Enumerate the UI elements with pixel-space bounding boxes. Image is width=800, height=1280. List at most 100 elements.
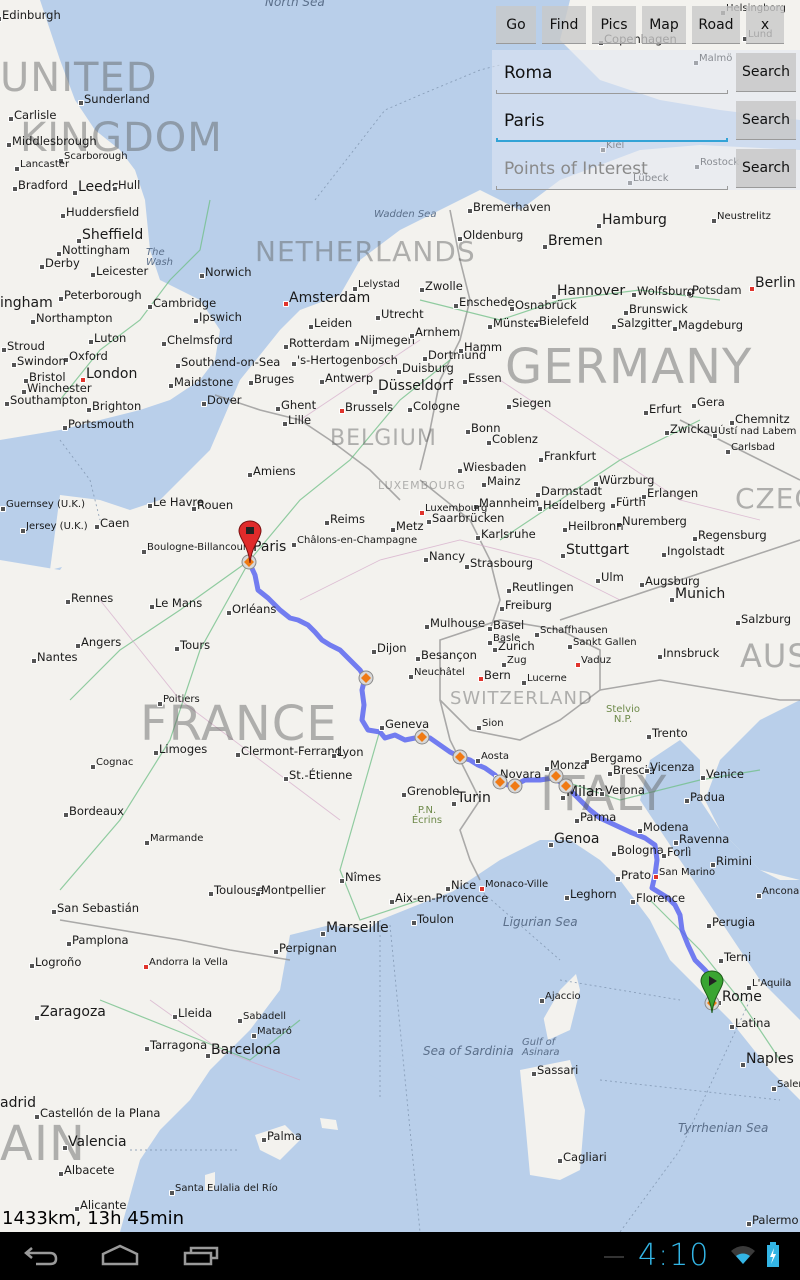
pics-button[interactable]: Pics [592,6,636,44]
poi-search-button[interactable]: Search [736,149,796,188]
city-label: Bremerhaven [473,200,551,214]
city-dot [749,286,755,292]
city-label: Bielefeld [539,314,590,328]
city-dot [653,874,659,880]
city-label: Saarbrücken [432,511,505,525]
city-dot [700,775,706,781]
waypoint-marker-icon[interactable] [507,778,523,794]
city-label: Luxembourg [425,503,488,514]
city-label: Rotterdam [289,336,350,350]
city-dot [639,582,645,588]
origin-field[interactable] [496,56,728,94]
city-dot [771,1086,777,1092]
waypoint-marker-icon[interactable] [414,729,430,745]
city-dot [465,429,471,435]
city-label: Boulogne-Billancourt [147,542,251,553]
go-button[interactable]: Go [496,6,536,44]
origin-search-button[interactable]: Search [736,53,796,92]
toolbar: Go Find Pics Map Road x [496,6,784,44]
city-dot [12,186,18,192]
city-label: Sunderland [84,92,150,106]
start-pin-icon[interactable] [238,520,262,564]
city-label: Essen [468,371,502,385]
city-label: Chemnitz [735,412,790,426]
city-label: Prato [621,868,652,882]
destination-pin-icon[interactable] [700,970,724,1014]
city-label: Salzburg [741,612,791,626]
city-dot [401,792,407,798]
city-dot [506,404,512,410]
city-dot [58,296,64,302]
waypoint-marker-icon[interactable] [358,670,374,686]
city-dot [501,662,507,668]
city-label: Turin [457,790,491,806]
park-label: Stelvio N.P. [605,704,640,725]
destination-input[interactable] [496,104,728,138]
city-label: Salerno [777,1079,800,1090]
city-dot [487,640,493,646]
city-dot [34,1114,40,1120]
city-dot [486,440,492,446]
destination-field[interactable] [496,104,728,142]
city-dot [740,1062,746,1068]
city-label: Stuttgart [566,542,629,558]
city-dot [476,725,482,731]
city-dot [672,326,678,332]
city-dot [407,407,413,413]
city-dot [499,606,505,612]
city-dot [631,292,637,298]
city-dot [596,223,602,229]
city-label: Montpellier [261,883,326,897]
city-label: Bremen [548,233,603,249]
waypoint-marker-icon[interactable] [452,749,468,765]
road-button[interactable]: Road [692,6,740,44]
city-label: Magdeburg [678,318,744,332]
city-label: Le Mans [155,596,203,610]
recent-apps-icon[interactable] [182,1242,220,1270]
city-label: Ajaccio [545,991,581,1002]
city-dot [542,244,548,250]
city-dot [149,604,155,610]
waypoint-marker-icon[interactable] [492,774,508,790]
city-dot [94,524,100,530]
poi-underline [496,186,728,190]
city-label: Neustrelitz [717,211,771,222]
poi-input[interactable] [496,152,728,186]
city-label: Nuremberg [622,514,687,528]
city-dot [729,1024,735,1030]
city-dot [564,895,570,901]
city-dot [175,363,181,369]
waypoint-marker-icon[interactable] [558,778,574,794]
poi-field[interactable] [496,152,728,190]
city-dot [593,481,599,487]
city-dot [646,734,652,740]
city-label: Frankfurt [544,449,597,463]
city-dot [339,878,345,884]
city-label: Amsterdam [289,290,371,306]
city-dot [261,1137,267,1143]
city-label: Ingolstadt [667,544,725,558]
city-label: Orléans [232,602,277,616]
city-label: Berlin [755,275,796,291]
close-button[interactable]: x [746,6,784,44]
sea-label: Sea of Sardinia [423,1044,514,1058]
home-icon[interactable] [100,1242,140,1270]
destination-search-button[interactable]: Search [736,101,796,140]
city-dot [320,931,326,937]
city-label: Leicester [96,264,149,278]
city-label: Lucerne [527,673,567,684]
origin-input[interactable] [496,56,728,90]
find-button[interactable]: Find [542,6,586,44]
city-dot [575,662,581,668]
city-dot [11,362,17,368]
map-button[interactable]: Map [642,6,686,44]
back-icon[interactable] [22,1242,60,1270]
city-label: Mulhouse [430,616,486,630]
city-dot [161,341,167,347]
city-dot [492,647,498,653]
city-label: Nancy [429,549,466,563]
city-dot [462,379,468,385]
city-dot [319,379,325,385]
city-dot [487,324,493,330]
city-dot [275,406,281,412]
